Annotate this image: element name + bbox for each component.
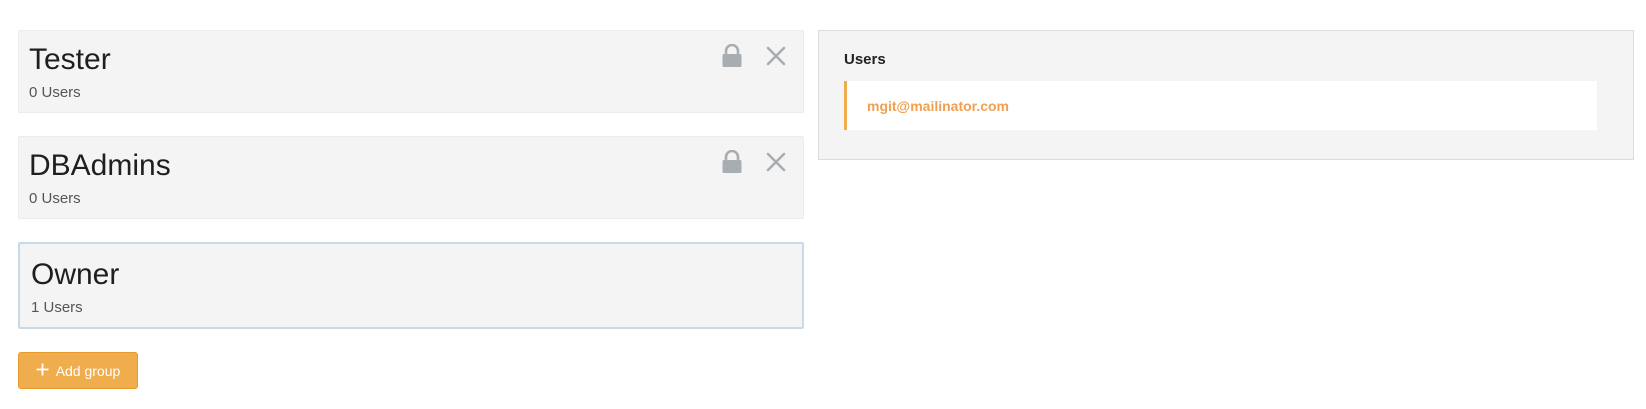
group-user-count: 0 Users	[29, 190, 81, 207]
group-name: Tester	[29, 43, 111, 76]
user-email[interactable]: mgit@mailinator.com	[867, 98, 1009, 114]
plus-icon	[36, 363, 49, 379]
lock-icon[interactable]	[719, 43, 745, 69]
group-name: DBAdmins	[29, 149, 171, 182]
groups-page: Tester 0 Users DBAdmins 0 Users Owner 1 …	[0, 0, 1646, 409]
group-actions	[719, 43, 789, 69]
users-panel: Users mgit@mailinator.com	[818, 30, 1634, 160]
user-list-item[interactable]: mgit@mailinator.com	[844, 81, 1597, 130]
add-group-label: Add group	[55, 362, 121, 379]
lock-icon[interactable]	[719, 149, 745, 175]
close-icon[interactable]	[763, 149, 789, 175]
add-group-button[interactable]: Add group	[18, 352, 138, 389]
group-name: Owner	[31, 258, 120, 291]
group-card-owner[interactable]: Owner 1 Users	[18, 242, 804, 329]
close-icon[interactable]	[763, 43, 789, 69]
users-panel-title: Users	[844, 51, 886, 68]
group-user-count: 1 Users	[31, 299, 83, 316]
group-list: Tester 0 Users DBAdmins 0 Users Owner 1 …	[18, 30, 804, 352]
group-actions	[719, 149, 789, 175]
group-card-tester[interactable]: Tester 0 Users	[18, 30, 804, 113]
group-user-count: 0 Users	[29, 84, 81, 101]
group-card-dbadmins[interactable]: DBAdmins 0 Users	[18, 136, 804, 219]
